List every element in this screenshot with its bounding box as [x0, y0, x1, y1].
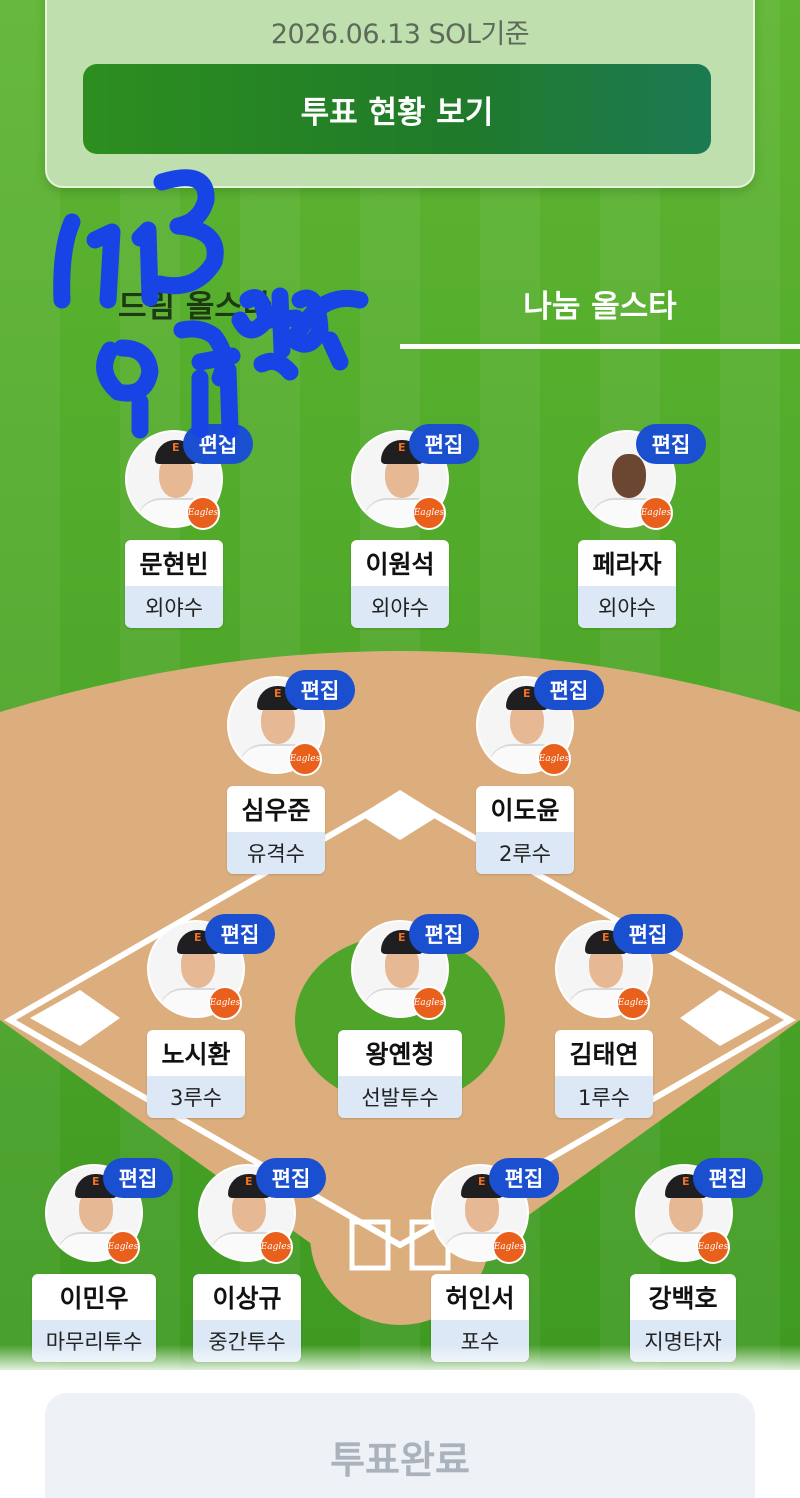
tab-nanum-allstar[interactable]: 나눔 올스타: [400, 260, 800, 346]
player-position: 1루수: [555, 1076, 653, 1118]
team-logo-icon: Eagles: [208, 986, 242, 1020]
edit-button[interactable]: 편집: [613, 914, 683, 954]
team-logo-icon: Eagles: [537, 742, 571, 776]
team-logo-icon: Eagles: [639, 496, 673, 530]
player-position: 유격수: [227, 832, 325, 874]
edit-button[interactable]: 편집: [183, 424, 253, 464]
player-card: E Eagles 편집 강백호 지명타자: [610, 1158, 763, 1374]
team-logo-icon: Eagles: [492, 1230, 526, 1264]
vote-info-card: 2026.06.13 SOL기준 투표 현황 보기: [45, 0, 755, 188]
player-card: E Eagles 편집 이민우 마무리투수: [20, 1158, 173, 1374]
player-card: E Eagles 편집 허인서 포수: [406, 1158, 559, 1374]
reference-date: 2026.06.13 SOL기준: [270, 19, 530, 50]
team-logo-icon: Eagles: [412, 986, 446, 1020]
edit-button[interactable]: 편집: [534, 670, 604, 710]
player-position: 3루수: [147, 1076, 245, 1118]
player-card: E Eagles 편집 김태연 1루수: [530, 914, 683, 1130]
player-position: 외야수: [578, 586, 676, 628]
player-position: 선발투수: [338, 1076, 462, 1118]
edit-button[interactable]: 편집: [103, 1158, 173, 1198]
player-card: E Eagles 편집 문현빈 외야수: [100, 424, 253, 640]
bottom-fade: [0, 1345, 800, 1375]
edit-button[interactable]: 편집: [409, 424, 479, 464]
player-position: 외야수: [351, 586, 449, 628]
player-name: 페라자: [578, 540, 676, 586]
edit-button[interactable]: 편집: [285, 670, 355, 710]
player-name: 이도윤: [476, 786, 574, 832]
team-logo-icon: Eagles: [259, 1230, 293, 1264]
edit-button[interactable]: 편집: [489, 1158, 559, 1198]
edit-button[interactable]: 편집: [409, 914, 479, 954]
team-logo-icon: Eagles: [106, 1230, 140, 1264]
player-position: 2루수: [476, 832, 574, 874]
team-logo-icon: Eagles: [616, 986, 650, 1020]
team-logo-icon: Eagles: [288, 742, 322, 776]
player-name: 노시환: [147, 1030, 245, 1076]
team-logo-icon: Eagles: [186, 496, 220, 530]
player-card: E Eagles 편집 이상규 중간투수: [173, 1158, 326, 1374]
player-name: 이상규: [193, 1274, 301, 1320]
player-position: 외야수: [125, 586, 223, 628]
player-card: E Eagles 편집 노시환 3루수: [122, 914, 275, 1130]
team-logo-icon: Eagles: [696, 1230, 730, 1264]
player-card: E Eagles 편집 이원석 외야수: [326, 424, 479, 640]
player-card: E Eagles 편집 심우준 유격수: [202, 670, 355, 886]
edit-button[interactable]: 편집: [256, 1158, 326, 1198]
edit-button[interactable]: 편집: [636, 424, 706, 464]
player-name: 허인서: [431, 1274, 529, 1320]
player-name: 심우준: [227, 786, 325, 832]
player-name: 문현빈: [125, 540, 223, 586]
edit-button[interactable]: 편집: [205, 914, 275, 954]
player-name: 김태연: [555, 1030, 653, 1076]
edit-button[interactable]: 편집: [693, 1158, 763, 1198]
tab-dream-allstar[interactable]: 드림 올스타: [0, 260, 400, 346]
player-card: E Eagles 편집 왕옌청 선발투수: [326, 914, 479, 1130]
player-card: Eagles 편집 페라자 외야수: [553, 424, 706, 640]
vote-status-button[interactable]: 투표 현황 보기: [83, 64, 711, 154]
player-card: E Eagles 편집 이도윤 2루수: [451, 670, 604, 886]
player-name: 이민우: [32, 1274, 156, 1320]
player-name: 강백호: [630, 1274, 736, 1320]
player-name: 이원석: [351, 540, 449, 586]
active-tab-indicator: [400, 344, 800, 349]
team-logo-icon: Eagles: [412, 496, 446, 530]
player-name: 왕옌청: [338, 1030, 462, 1076]
vote-complete-button[interactable]: 투표완료: [45, 1393, 755, 1498]
